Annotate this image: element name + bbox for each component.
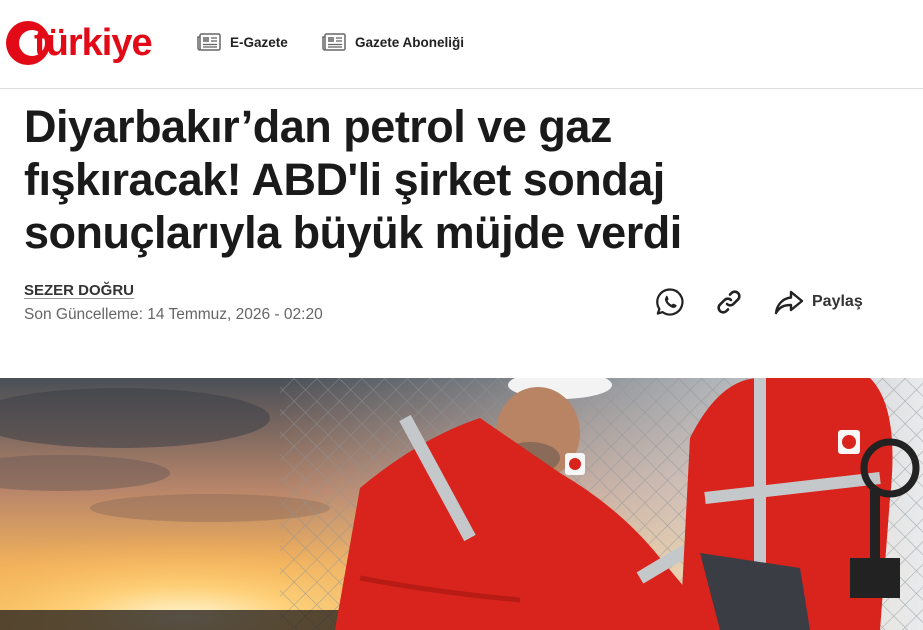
share-whatsapp-button[interactable] xyxy=(654,286,686,323)
oil-workers-photo xyxy=(0,378,923,630)
nav-e-gazete-label: E-Gazete xyxy=(230,34,288,50)
newspaper-icon xyxy=(322,33,346,51)
whatsapp-icon xyxy=(656,288,684,316)
article-title: Diyarbakır’dan petrol ve gaz fışkıracak!… xyxy=(24,101,682,258)
link-icon xyxy=(717,290,741,314)
newspaper-icon xyxy=(197,33,221,51)
nav-gazete-aboneligi[interactable]: Gazete Aboneliği xyxy=(321,33,464,51)
copy-link-button[interactable] xyxy=(713,286,745,323)
author-link[interactable]: SEZER DOĞRU xyxy=(24,282,134,299)
hero-image xyxy=(0,378,923,630)
site-logo[interactable]: türkiye xyxy=(6,18,153,68)
last-updated: Son Güncelleme: 14 Temmuz, 2026 - 02:20 xyxy=(24,306,323,323)
share-button[interactable]: Paylaş xyxy=(773,286,863,318)
share-label: Paylaş xyxy=(812,293,863,310)
share-arrow-icon xyxy=(774,290,804,315)
nav-gazete-aboneligi-label: Gazete Aboneliği xyxy=(355,34,465,50)
site-header: türkiye E-Gazete Gazete Aboneliği xyxy=(0,0,923,89)
nav-e-gazete[interactable]: E-Gazete xyxy=(196,33,288,51)
logo-text: türkiye xyxy=(34,21,153,64)
